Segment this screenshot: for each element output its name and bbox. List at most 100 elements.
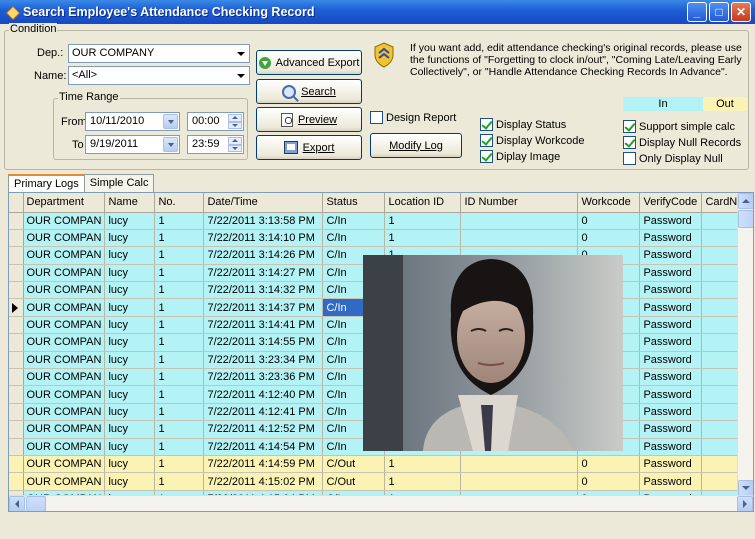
table-cell[interactable]: Password (639, 316, 703, 335)
display-image-checkbox[interactable]: Diplay Image (480, 150, 560, 163)
table-cell[interactable]: OUR COMPAN (23, 455, 106, 474)
minimize-button[interactable]: _ (687, 2, 707, 22)
row-indicator[interactable] (9, 351, 24, 370)
table-cell[interactable]: 1 (154, 351, 205, 370)
table-cell[interactable]: 7/22/2011 4:12:40 PM (203, 385, 324, 404)
table-cell[interactable]: 7/22/2011 3:23:36 PM (203, 368, 324, 387)
table-cell[interactable]: lucy (104, 403, 156, 422)
chevron-down-icon[interactable] (233, 46, 248, 61)
column-header[interactable]: Date/Time (203, 193, 324, 213)
row-indicator[interactable] (9, 420, 24, 439)
table-cell[interactable]: 7/22/2011 4:15:02 PM (203, 472, 324, 491)
table-cell[interactable]: Password (639, 264, 703, 283)
from-date-picker[interactable]: 10/11/2010 (85, 112, 180, 131)
row-indicator[interactable] (9, 298, 24, 317)
row-indicator[interactable] (9, 455, 24, 474)
table-cell[interactable] (460, 212, 579, 230)
table-cell[interactable]: C/In (322, 212, 386, 230)
display-workcode-checkbox[interactable]: Display Workcode (480, 134, 584, 147)
to-time-spinner[interactable]: 23:59 (187, 135, 244, 154)
table-cell[interactable]: OUR COMPAN (23, 229, 106, 248)
scroll-up-icon[interactable] (738, 193, 753, 209)
table-cell[interactable]: OUR COMPAN (23, 438, 106, 456)
table-cell[interactable]: 1 (154, 298, 205, 317)
table-cell[interactable]: Password (639, 420, 703, 439)
from-time-spinner[interactable]: 00:00 (187, 112, 244, 131)
table-cell[interactable]: Password (639, 368, 703, 387)
search-button[interactable]: Search (256, 79, 362, 104)
table-cell[interactable]: 1 (154, 281, 205, 300)
row-indicator[interactable] (9, 368, 24, 387)
table-row[interactable]: OUR COMPAN lucy 1 7/22/2011 4:15:02 PM C/Out… (9, 472, 748, 491)
tab-primary-logs[interactable]: Primary Logs (8, 174, 85, 193)
table-cell[interactable]: 1 (154, 246, 205, 265)
row-indicator[interactable] (9, 281, 24, 300)
table-cell[interactable]: 0 (577, 229, 641, 248)
table-cell[interactable]: OUR COMPAN (23, 472, 106, 491)
checkbox-box[interactable] (623, 152, 636, 165)
table-cell[interactable]: OUR COMPAN (23, 420, 106, 439)
table-cell[interactable]: 7/22/2011 3:14:26 PM (203, 246, 324, 265)
table-cell[interactable]: 7/22/2011 4:12:52 PM (203, 420, 324, 439)
table-cell[interactable]: 1 (384, 472, 462, 491)
table-cell[interactable]: Password (639, 385, 703, 404)
horizontal-scrollbar[interactable] (9, 495, 753, 511)
table-cell[interactable]: lucy (104, 298, 156, 317)
table-cell[interactable]: 1 (384, 455, 462, 474)
preview-button[interactable]: Preview (256, 107, 362, 132)
table-cell[interactable]: 1 (154, 212, 205, 230)
table-cell[interactable]: OUR COMPAN (23, 246, 106, 265)
only-display-null-checkbox[interactable]: Only Display Null (623, 152, 723, 165)
checkbox-box[interactable] (480, 134, 493, 147)
table-cell[interactable]: OUR COMPAN (23, 316, 106, 335)
table-cell[interactable]: C/In (322, 229, 386, 248)
row-indicator[interactable] (9, 333, 24, 352)
checkbox-box[interactable] (480, 118, 493, 131)
scroll-left-icon[interactable] (9, 496, 25, 511)
column-header[interactable]: ID Number (460, 193, 579, 213)
table-cell[interactable]: Password (639, 246, 703, 265)
row-indicator[interactable] (9, 264, 24, 283)
row-indicator[interactable] (9, 438, 24, 456)
scroll-thumb[interactable] (738, 210, 753, 228)
table-cell[interactable]: Password (639, 298, 703, 317)
table-cell[interactable]: 7/22/2011 4:12:41 PM (203, 403, 324, 422)
table-cell[interactable]: 1 (154, 333, 205, 352)
to-date-picker[interactable]: 9/19/2011 (85, 135, 180, 154)
table-cell[interactable]: Password (639, 351, 703, 370)
table-cell[interactable]: 7/22/2011 4:14:54 PM (203, 438, 324, 456)
display-status-checkbox[interactable]: Display Status (480, 118, 566, 131)
design-report-checkbox[interactable]: Design Report (370, 111, 456, 124)
table-cell[interactable]: Password (639, 229, 703, 248)
table-cell[interactable]: 1 (384, 212, 462, 230)
spinner-icon[interactable] (228, 137, 242, 152)
column-header[interactable]: Name (104, 193, 156, 213)
table-cell[interactable]: Password (639, 455, 703, 474)
table-cell[interactable]: lucy (104, 333, 156, 352)
table-cell[interactable]: C/Out (322, 472, 386, 491)
table-cell[interactable]: lucy (104, 264, 156, 283)
calendar-dropdown-icon[interactable] (163, 137, 178, 152)
table-cell[interactable]: lucy (104, 351, 156, 370)
row-indicator[interactable] (9, 229, 24, 248)
table-cell[interactable]: lucy (104, 368, 156, 387)
table-cell[interactable]: Password (639, 403, 703, 422)
table-cell[interactable]: 0 (577, 455, 641, 474)
table-cell[interactable]: 1 (154, 403, 205, 422)
table-cell[interactable]: Password (639, 281, 703, 300)
table-cell[interactable]: Password (639, 333, 703, 352)
table-cell[interactable] (460, 229, 579, 248)
table-row[interactable]: OUR COMPAN lucy 1 7/22/2011 3:13:58 PM C/In 1… (9, 212, 748, 230)
table-cell[interactable]: 1 (154, 455, 205, 474)
export-button[interactable]: Export (256, 135, 362, 160)
tab-simple-calc[interactable]: Simple Calc (83, 174, 155, 192)
row-indicator[interactable] (9, 316, 24, 335)
table-cell[interactable]: 7/22/2011 3:14:32 PM (203, 281, 324, 300)
modify-log-button[interactable]: Modify Log (370, 133, 462, 158)
table-cell[interactable]: OUR COMPAN (23, 368, 106, 387)
table-cell[interactable]: 0 (577, 472, 641, 491)
table-cell[interactable]: lucy (104, 472, 156, 491)
row-indicator[interactable] (9, 385, 24, 404)
table-row[interactable]: OUR COMPAN lucy 1 7/22/2011 3:14:10 PM C/In 1… (9, 229, 748, 248)
checkbox-box[interactable] (623, 120, 636, 133)
